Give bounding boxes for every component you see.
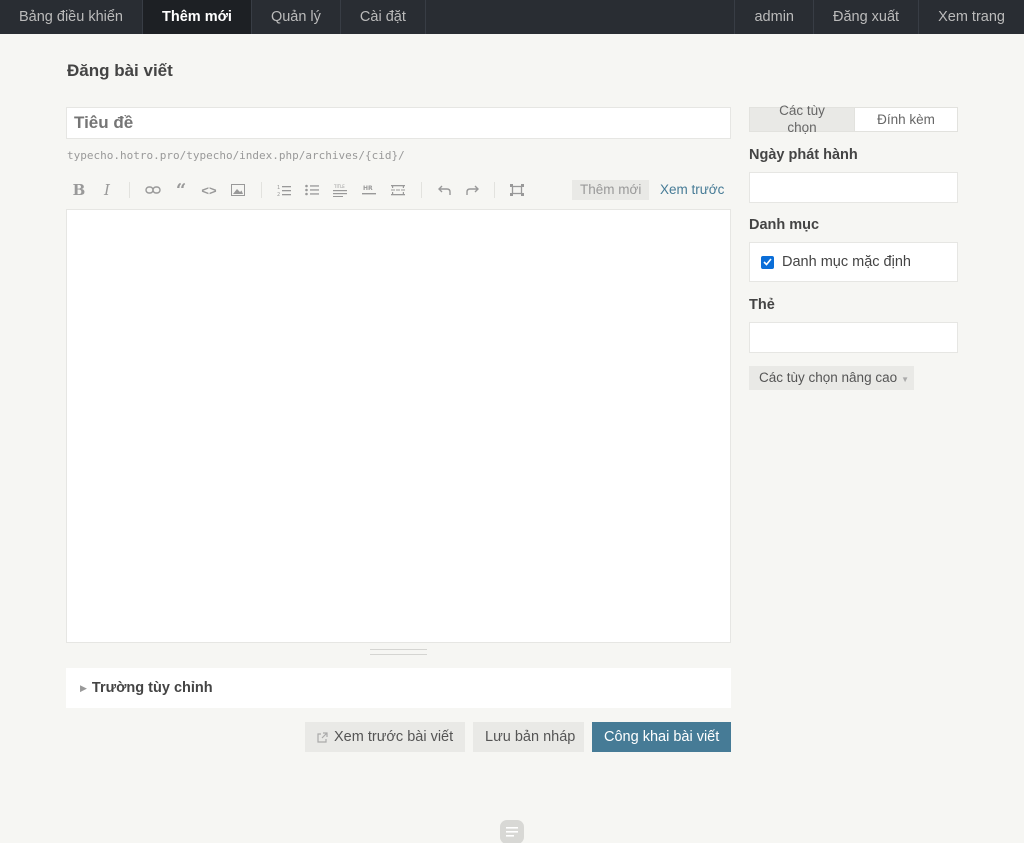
preview-post-label: Xem trước bài viết [334,729,454,745]
caret-down-icon: ▼ [901,375,910,384]
editor-resize-handle[interactable] [370,649,427,655]
permalink-url: typecho.hotro.pro/typecho/index.php/arch… [67,149,405,162]
custom-fields-label: Trường tùy chỉnh [91,680,213,696]
tab-write[interactable]: Thêm mới [572,180,650,200]
link-icon[interactable] [141,177,165,203]
fullscreen-icon[interactable] [505,177,529,203]
category-checkbox[interactable] [761,255,774,269]
tags-label: Thẻ [749,297,775,313]
hr-icon[interactable]: HR [357,177,381,203]
svg-text:1: 1 [277,185,280,191]
nav-left: Bảng điều khiển Thêm mới Quản lý Cài đặt [0,0,426,34]
footer-logo [500,820,524,843]
advanced-options-button[interactable]: Các tùy chọn nâng cao ▼ [749,366,914,390]
image-icon[interactable] [226,177,250,203]
nav-right: admin Đăng xuất Xem trang [734,0,1024,34]
editor-toolbar: B I “ <> 12 TITLE HR Thêm mới Xem trước [66,177,731,203]
nav-logout[interactable]: Đăng xuất [812,0,918,34]
caret-right-icon: ▶ [80,682,87,693]
nav-view-site[interactable]: Xem trang [918,0,1024,34]
publish-date-input[interactable] [749,172,958,203]
quote-icon[interactable]: “ [169,177,193,203]
category-label: Danh mục [749,217,820,233]
category-list: Danh mục mặc định [749,242,958,282]
date-label: Ngày phát hành [749,147,858,163]
nav-write[interactable]: Thêm mới [143,0,252,34]
nav-dashboard[interactable]: Bảng điều khiển [0,0,143,34]
tags-input[interactable] [749,322,958,353]
preview-post-button[interactable]: Xem trước bài viết [305,722,465,752]
save-draft-button[interactable]: Lưu bản nháp [473,722,584,752]
heading-icon[interactable]: TITLE [328,177,352,203]
tab-attachments[interactable]: Đính kèm [853,108,957,131]
svg-text:HR: HR [363,185,373,192]
content-editor[interactable] [66,209,731,643]
post-title-input[interactable] [66,107,731,139]
category-item-label: Danh mục mặc định [782,254,911,270]
nav-manage[interactable]: Quản lý [252,0,341,34]
ordered-list-icon[interactable]: 12 [272,177,296,203]
tab-preview[interactable]: Xem trước [658,180,726,200]
svg-text:TITLE: TITLE [333,184,345,189]
nav-user[interactable]: admin [734,0,813,34]
toolbar-divider [129,182,130,198]
menu-lines-icon [506,827,518,837]
top-nav: Bảng điều khiển Thêm mới Quản lý Cài đặt… [0,0,1024,34]
svg-text:2: 2 [277,192,280,197]
page-title: Đăng bài viết [67,61,173,80]
more-icon[interactable] [386,177,410,203]
bullet-list-icon[interactable] [300,177,324,203]
toolbar-divider [421,182,422,198]
external-link-icon [317,731,328,743]
tab-options[interactable]: Các tùy chọn [750,103,854,135]
sidebar-tabs: Các tùy chọn Đính kèm [749,103,958,135]
nav-settings[interactable]: Cài đặt [341,0,426,34]
toolbar-divider [494,182,495,198]
publish-button[interactable]: Công khai bài viết [592,722,731,752]
custom-fields-toggle[interactable]: ▶ Trường tùy chỉnh [66,668,731,708]
bold-icon[interactable]: B [67,177,91,203]
toolbar-divider [261,182,262,198]
advanced-options-label: Các tùy chọn nâng cao [759,370,898,385]
italic-icon[interactable]: I [95,177,119,203]
code-icon[interactable]: <> [197,177,221,203]
redo-icon[interactable] [460,177,484,203]
undo-icon[interactable] [432,177,456,203]
